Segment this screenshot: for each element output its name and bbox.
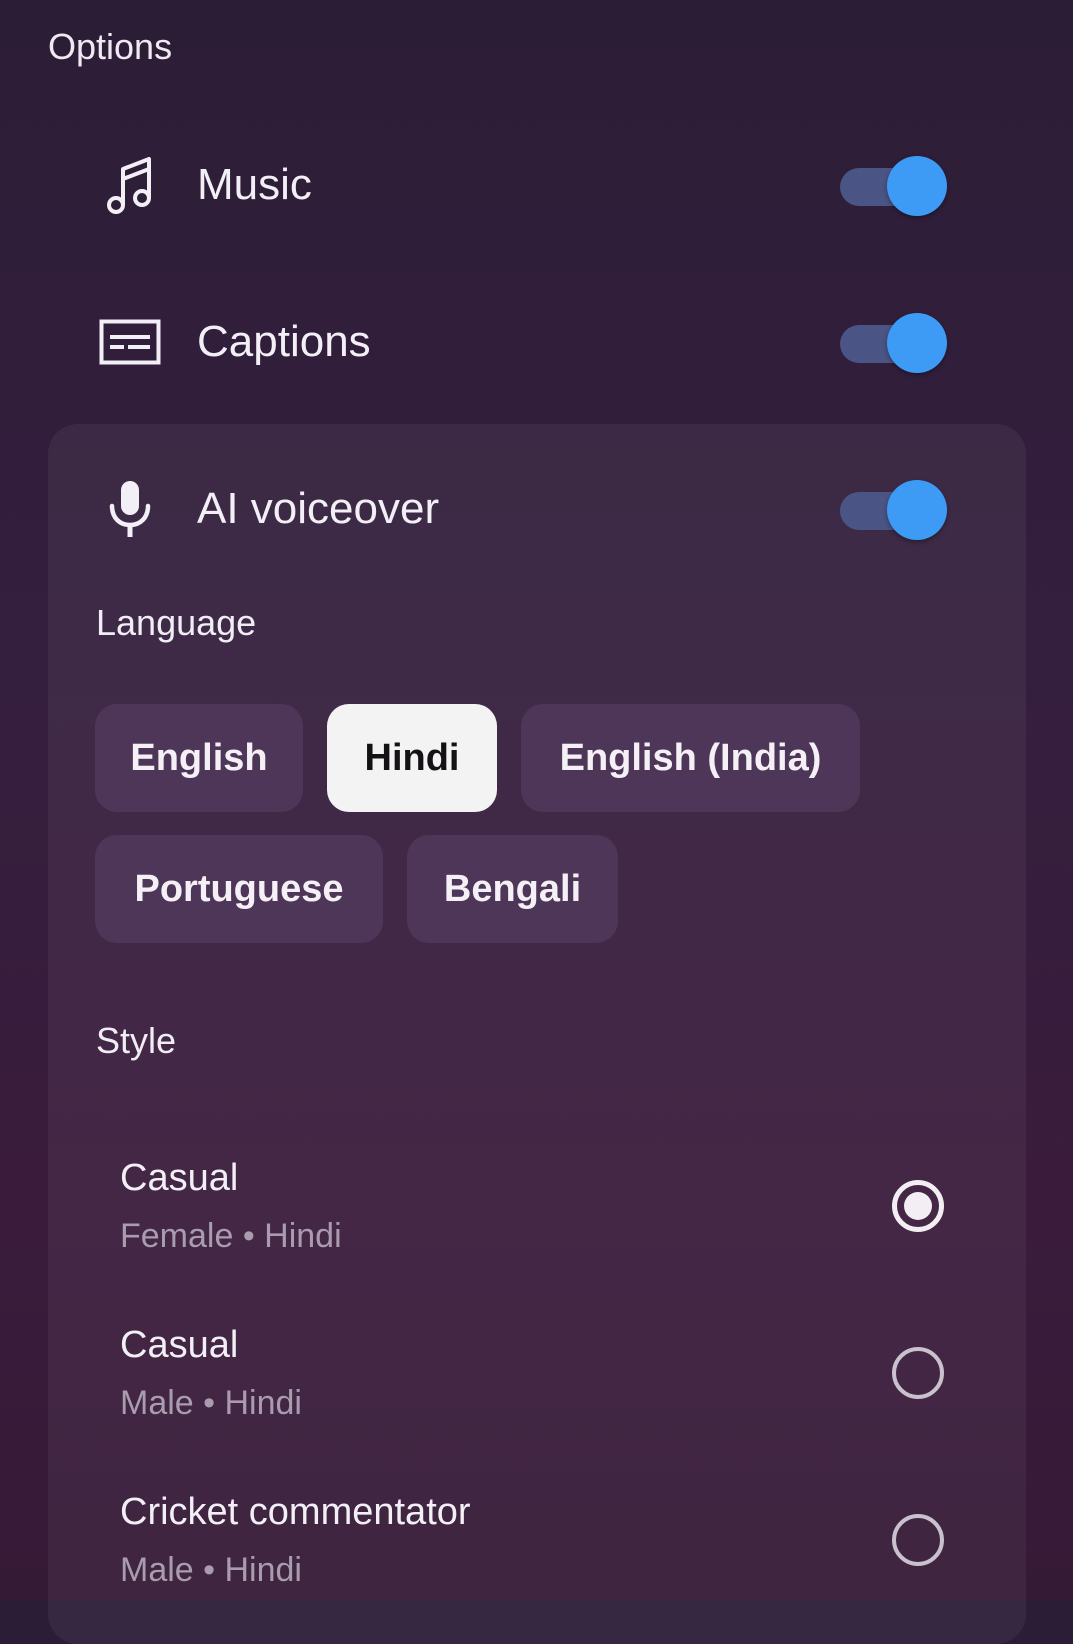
style-option-meta: Male • Hindi (120, 1384, 302, 1422)
style-option-name: Casual (120, 1157, 239, 1199)
style-option-name: Cricket commentator (120, 1491, 471, 1533)
style-option-name: Casual (120, 1324, 239, 1366)
style-radio[interactable] (892, 1514, 944, 1566)
music-label: Music (197, 160, 312, 209)
style-title: Style (96, 1020, 177, 1061)
radio-dot (904, 1192, 932, 1220)
language-chip-bengali[interactable]: Bengali (407, 835, 618, 943)
music-toggle-knob (887, 156, 947, 216)
language-title: Language (96, 602, 257, 643)
style-option-casual-female[interactable]: Casual Female • Hindi (0, 1157, 1073, 1287)
voiceover-label: AI voiceover (197, 484, 440, 533)
microphone-icon (98, 477, 162, 541)
music-toggle[interactable] (840, 154, 950, 216)
style-radio[interactable] (892, 1347, 944, 1399)
captions-icon (98, 310, 162, 374)
language-chip-hindi[interactable]: Hindi (327, 704, 497, 812)
style-option-meta: Male • Hindi (120, 1551, 302, 1589)
voiceover-toggle-knob (887, 480, 947, 540)
style-option-casual-male[interactable]: Casual Male • Hindi (0, 1324, 1073, 1454)
style-option-cricket-commentator[interactable]: Cricket commentator Male • Hindi (0, 1491, 1073, 1621)
style-radio-selected[interactable] (892, 1180, 944, 1232)
options-title: Options (48, 26, 173, 67)
language-chip-english[interactable]: English (95, 704, 303, 812)
style-option-meta: Female • Hindi (120, 1217, 342, 1255)
language-chip-portuguese[interactable]: Portuguese (95, 835, 383, 943)
captions-option-row: Captions (0, 297, 1073, 387)
voiceover-option-row: AI voiceover (0, 464, 1073, 554)
language-chip-english-india[interactable]: English (India) (521, 704, 860, 812)
captions-label: Captions (197, 317, 371, 366)
captions-toggle-knob (887, 313, 947, 373)
voiceover-toggle[interactable] (840, 478, 950, 540)
music-option-row: Music (0, 140, 1073, 230)
captions-toggle[interactable] (840, 311, 950, 373)
music-note-icon (98, 153, 162, 217)
